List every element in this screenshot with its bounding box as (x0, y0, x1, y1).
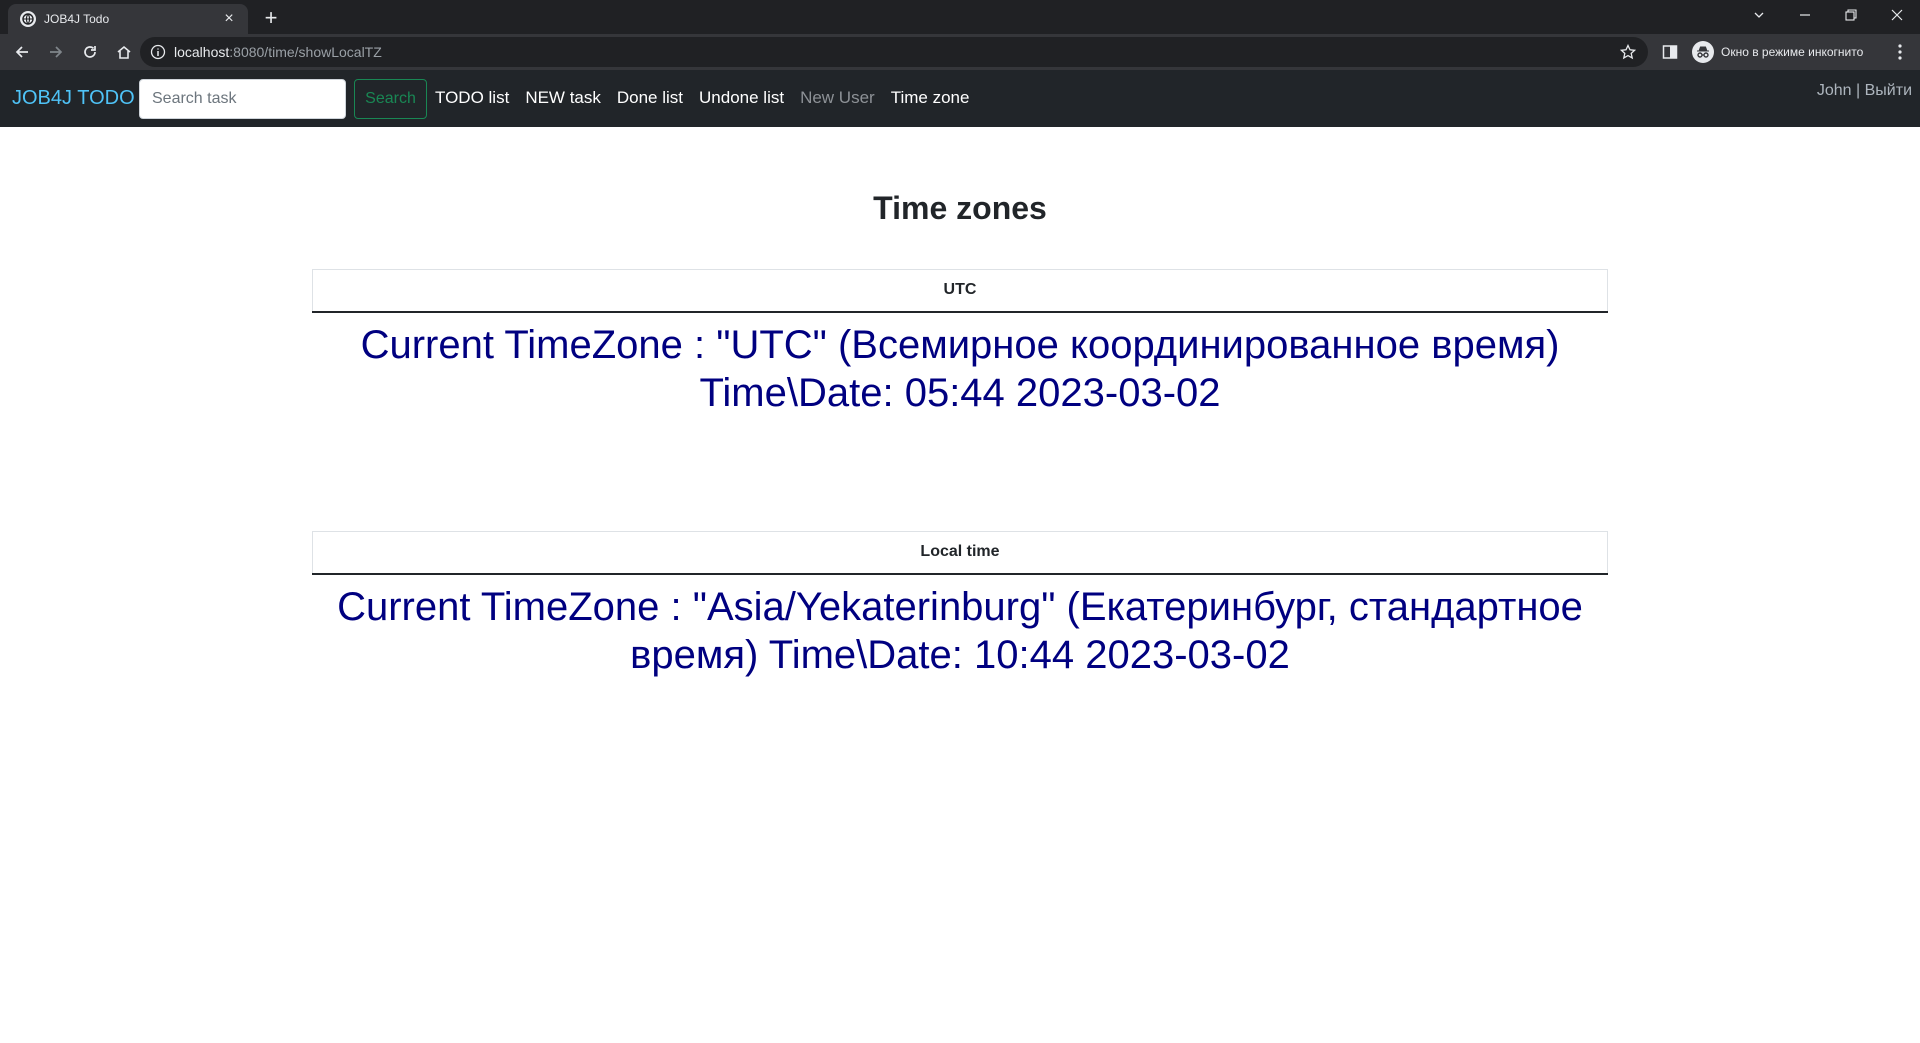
brand-link[interactable]: JOB4J TODO (12, 87, 135, 110)
address-bar[interactable]: localhost:8080/time/showLocalTZ (140, 37, 1648, 67)
bookmark-star-icon[interactable] (1620, 44, 1636, 60)
app-navbar: JOB4J TODO Search TODO list NEW task Don… (0, 70, 1920, 127)
browser-tab[interactable]: JOB4J Todo × (8, 4, 248, 34)
nav-link-time-zone[interactable]: Time zone (891, 88, 970, 108)
page-title: Time zones (873, 190, 1047, 226)
local-time-table: Local time Current TimeZone : "Asia/Yeka… (312, 531, 1608, 687)
url-path: :8080/time/showLocalTZ (229, 44, 382, 60)
back-icon[interactable] (6, 36, 38, 68)
url-host: localhost (174, 44, 230, 60)
user-links: John | Выйти (1817, 82, 1912, 100)
browser-tabstrip: JOB4J Todo × + (0, 0, 1920, 34)
browser-toolbar: localhost:8080/time/showLocalTZ (0, 34, 1920, 70)
utc-timezone-text: Current TimeZone : "UTC" (Всемирное коор… (360, 322, 1560, 415)
incognito-label: Окно в режиме инкогнито (1721, 45, 1864, 59)
nav-link-done-list[interactable]: Done list (617, 88, 683, 108)
utc-header: UTC (312, 269, 1608, 313)
url-text: localhost:8080/time/showLocalTZ (174, 44, 382, 60)
nav-link-todo-list[interactable]: TODO list (435, 88, 509, 108)
new-tab-button[interactable]: + (258, 6, 284, 32)
user-separator: | (1856, 82, 1861, 99)
tab-title: JOB4J Todo (44, 12, 110, 26)
window-controls (1736, 0, 1920, 30)
search-input[interactable] (139, 79, 346, 119)
tab-close-icon[interactable]: × (220, 10, 238, 28)
reload-icon[interactable] (74, 36, 106, 68)
utc-table: UTC Current TimeZone : "UTC" (Всемирное … (312, 269, 1608, 425)
globe-icon (20, 11, 36, 27)
browser-menu-icon[interactable] (1890, 42, 1910, 62)
restore-icon[interactable] (1828, 0, 1874, 30)
search-button[interactable]: Search (354, 79, 427, 119)
local-time-header: Local time (312, 531, 1608, 575)
incognito-indicator[interactable]: Окно в режиме инкогнито (1688, 38, 1873, 66)
minimize-icon[interactable] (1782, 0, 1828, 30)
user-name-link[interactable]: John (1817, 82, 1852, 99)
nav-link-undone-list[interactable]: Undone list (699, 88, 784, 108)
info-icon[interactable] (150, 44, 166, 60)
nav-link-new-task[interactable]: NEW task (525, 88, 601, 108)
forward-icon[interactable] (40, 36, 72, 68)
tab-search-icon[interactable] (1736, 0, 1782, 30)
incognito-icon (1692, 41, 1714, 63)
nav-links: TODO list NEW task Done list Undone list… (435, 88, 985, 108)
side-panel-icon[interactable] (1662, 44, 1678, 60)
logout-link[interactable]: Выйти (1865, 82, 1912, 99)
close-window-icon[interactable] (1874, 0, 1920, 30)
home-icon[interactable] (108, 36, 140, 68)
local-timezone-text: Current TimeZone : "Asia/Yekaterinburg" … (337, 584, 1583, 677)
nav-link-new-user: New User (800, 88, 875, 107)
